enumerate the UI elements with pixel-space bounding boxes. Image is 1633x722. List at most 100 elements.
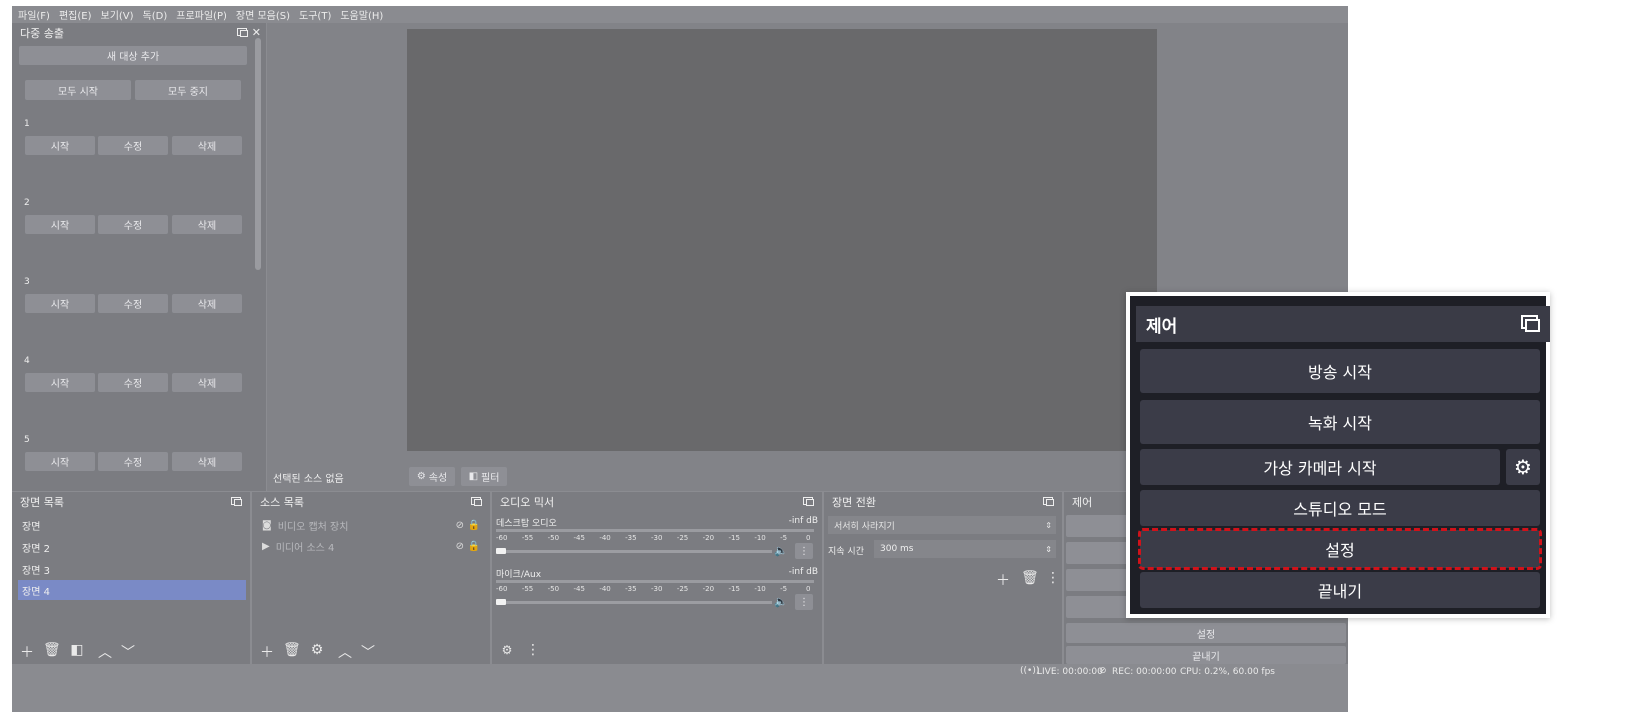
settings-button[interactable]: 설정 xyxy=(1066,623,1346,643)
dock-float-icon[interactable] xyxy=(471,497,482,506)
filters-button[interactable]: ◧ 필터 xyxy=(461,467,507,486)
chevron-up-icon[interactable]: ︿ xyxy=(337,642,353,662)
exit-button[interactable]: 끝내기 xyxy=(1066,646,1346,664)
mute-icon[interactable]: 🔈 xyxy=(774,544,788,557)
close-icon[interactable]: ✕ xyxy=(252,26,261,39)
target-number: 3 xyxy=(24,277,30,287)
volume-meter xyxy=(496,529,814,532)
stop-all-button[interactable]: 모두 중지 xyxy=(135,80,241,100)
add-icon[interactable]: ＋ xyxy=(19,642,35,662)
dock-float-icon[interactable] xyxy=(803,497,814,506)
play-icon: ▶ xyxy=(262,540,270,552)
chevron-down-icon[interactable]: ﹀ xyxy=(360,642,376,662)
trash-icon[interactable]: 🗑 xyxy=(43,642,61,658)
chevron-updown-icon: ⇕ xyxy=(1045,520,1052,530)
chevron-up-icon[interactable]: ︿ xyxy=(97,642,113,662)
exit-button[interactable]: 끝내기 xyxy=(1140,572,1540,608)
trash-icon[interactable]: 🗑 xyxy=(1021,570,1039,586)
scale-tick-label: -45 xyxy=(573,534,585,542)
visibility-icon[interactable]: ⊘ xyxy=(456,520,464,531)
channel-menu-button[interactable]: ⋮ xyxy=(795,543,813,559)
dock-float-icon[interactable] xyxy=(1521,315,1540,332)
scale-tick-label: 0 xyxy=(806,585,811,593)
filter-icon[interactable]: ◧ xyxy=(69,642,85,658)
slider-handle[interactable] xyxy=(496,599,506,605)
menu-docks[interactable]: 독(D) xyxy=(143,7,168,22)
target-edit-button[interactable]: 수정 xyxy=(98,294,168,313)
lock-icon[interactable]: 🔒 xyxy=(468,541,480,552)
slider-handle[interactable] xyxy=(496,548,506,554)
target-start-button[interactable]: 시작 xyxy=(25,452,95,471)
chevron-updown-icon[interactable]: ⇕ xyxy=(1045,545,1052,554)
multistream-dock: 다중 송출 ✕ 새 대상 추가 모두 시작 모두 중지 1 시작 수정 삭제 2… xyxy=(12,23,266,491)
volume-slider[interactable] xyxy=(496,599,772,605)
dock-float-icon[interactable] xyxy=(237,28,248,37)
channel-menu-button[interactable]: ⋮ xyxy=(795,594,813,610)
mute-icon[interactable]: 🔈 xyxy=(774,595,788,608)
start-recording-button[interactable]: 녹화 시작 xyxy=(1140,400,1540,444)
menu-edit[interactable]: 편집(E) xyxy=(59,7,92,22)
target-start-button[interactable]: 시작 xyxy=(25,373,95,392)
scrollbar[interactable] xyxy=(255,38,261,270)
advanced-audio-icon[interactable]: ⚙ xyxy=(499,643,515,657)
lock-icon[interactable]: 🔒 xyxy=(468,520,480,531)
source-item[interactable]: ◙ 비디오 캡처 장치 ⊘ 🔒 xyxy=(262,516,480,534)
transition-select[interactable]: 서서히 사라지기 ⇕ xyxy=(828,516,1056,534)
channel-level: -inf dB xyxy=(788,567,818,577)
more-icon[interactable]: ⋮ xyxy=(525,642,541,658)
target-edit-button[interactable]: 수정 xyxy=(98,215,168,234)
transition-value: 서서히 사라지기 xyxy=(834,521,895,532)
scene-item-selected[interactable]: 장면 4 xyxy=(18,580,246,600)
target-delete-button[interactable]: 삭제 xyxy=(172,215,242,234)
menu-help[interactable]: 도움말(H) xyxy=(340,7,383,22)
scenes-title: 장면 목록 xyxy=(20,496,64,509)
chevron-down-icon[interactable]: ﹀ xyxy=(120,642,136,662)
target-delete-button[interactable]: 삭제 xyxy=(172,294,242,313)
target-delete-button[interactable]: 삭제 xyxy=(172,373,242,392)
target-delete-button[interactable]: 삭제 xyxy=(172,136,242,155)
virtual-camera-settings-button[interactable]: ⚙ xyxy=(1506,449,1540,485)
scene-item[interactable]: 장면 3 xyxy=(18,559,246,579)
menu-file[interactable]: 파일(F) xyxy=(18,7,50,22)
add-icon[interactable]: ＋ xyxy=(995,570,1011,590)
cpu-status: CPU: 0.2%, 60.00 fps xyxy=(1180,667,1275,677)
settings-button[interactable]: 설정 xyxy=(1138,528,1542,570)
dock-float-icon[interactable] xyxy=(231,497,242,506)
target-start-button[interactable]: 시작 xyxy=(25,136,95,155)
duration-value: 300 ms xyxy=(880,544,914,554)
add-icon[interactable]: ＋ xyxy=(259,642,275,662)
transitions-title: 장면 전환 xyxy=(832,496,876,509)
menu-profile[interactable]: 프로파일(P) xyxy=(176,7,227,22)
volume-slider[interactable] xyxy=(496,548,772,554)
scale-tick-label: -55 xyxy=(521,534,534,542)
menu-view[interactable]: 보기(V) xyxy=(101,7,134,22)
target-start-button[interactable]: 시작 xyxy=(25,215,95,234)
duration-spinbox[interactable]: 300 ms ⇕ xyxy=(874,540,1056,558)
target-edit-button[interactable]: 수정 xyxy=(98,136,168,155)
menu-scene-collection[interactable]: 장면 모음(S) xyxy=(236,7,290,22)
more-icon[interactable]: ⋮ xyxy=(1045,570,1061,586)
gear-icon[interactable]: ⚙ xyxy=(309,642,325,658)
dock-float-icon[interactable] xyxy=(1043,497,1054,506)
start-virtual-camera-button[interactable]: 가상 카메라 시작 xyxy=(1140,449,1500,485)
source-item[interactable]: ▶ 미디어 소스 4 ⊘ 🔒 xyxy=(262,537,480,555)
preview-canvas[interactable] xyxy=(407,29,1157,451)
scale-tick-label: -5 xyxy=(780,585,788,593)
target-edit-button[interactable]: 수정 xyxy=(98,373,168,392)
visibility-icon[interactable]: ⊘ xyxy=(456,541,464,552)
add-target-button[interactable]: 새 대상 추가 xyxy=(19,46,247,65)
scene-item[interactable]: 장면 2 xyxy=(18,537,246,557)
target-delete-button[interactable]: 삭제 xyxy=(172,452,242,471)
trash-icon[interactable]: 🗑 xyxy=(283,642,301,658)
target-start-button[interactable]: 시작 xyxy=(25,294,95,313)
menu-tools[interactable]: 도구(T) xyxy=(299,7,331,22)
scene-item[interactable]: 장면 xyxy=(18,515,246,535)
channel-name: 마이크/Aux xyxy=(496,570,542,580)
start-all-button[interactable]: 모두 시작 xyxy=(25,80,131,100)
target-number: 1 xyxy=(24,119,30,129)
properties-button[interactable]: ⚙ 속성 xyxy=(409,467,455,486)
scale-tick-label: -30 xyxy=(651,585,663,593)
studio-mode-button[interactable]: 스튜디오 모드 xyxy=(1140,490,1540,526)
target-edit-button[interactable]: 수정 xyxy=(98,452,168,471)
start-streaming-button[interactable]: 방송 시작 xyxy=(1140,349,1540,393)
